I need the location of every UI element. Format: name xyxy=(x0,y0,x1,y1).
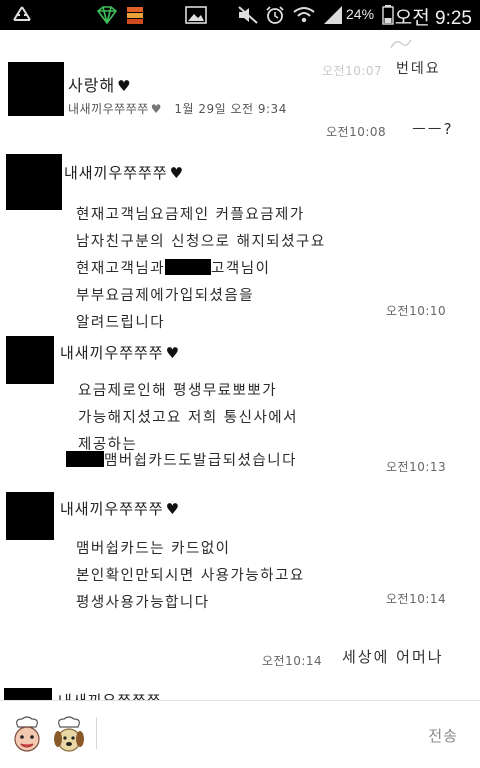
profile-sub-text: 내새끼우쭈쭈쭈 xyxy=(68,102,149,116)
message-time: 오전10:14 xyxy=(386,592,447,606)
mute-icon xyxy=(238,6,258,24)
message-time: 오전10:10 xyxy=(386,304,447,318)
message-time: 오전10:13 xyxy=(386,460,447,474)
gem-icon xyxy=(96,6,118,25)
recycle-icon xyxy=(13,6,31,21)
message-line: 평생사용가능합니다 xyxy=(76,595,210,611)
message-line: 맴버쉽카드는 카드없이 xyxy=(76,541,231,557)
battery-percent: 24% xyxy=(346,6,375,22)
chef-dog-icon[interactable] xyxy=(52,715,86,755)
my-message: 세상에 어머나 xyxy=(342,648,444,666)
message-body: 현재고객님요금제인 커플요금제가 남자친구분의 신청으로 해지되셨구요 현재고객… xyxy=(76,202,326,337)
image-icon xyxy=(185,6,207,24)
profile-name: 사랑해 ♥ xyxy=(68,72,132,96)
message-line-part: 고객님이 xyxy=(211,261,271,277)
message-line: 가능해지셨고요 저희 통신사에서 xyxy=(78,410,298,426)
avatar[interactable] xyxy=(6,492,54,540)
sender-name: 내새끼우쭈쭈쭈 ♥ xyxy=(60,498,180,519)
redaction-block xyxy=(165,259,212,275)
status-time: 오전 9:25 xyxy=(394,8,472,29)
redaction-block xyxy=(66,451,104,467)
message-body: 맴버쉽카드는 카드없이 본인확인만되시면 사용가능하고요 평생사용가능합니다 xyxy=(76,536,305,617)
heart-icon: ♥ xyxy=(117,77,132,95)
profile-sub: 내새끼우쭈쭈쭈 ♥ 1월 29일 오전 9:34 xyxy=(68,100,287,117)
wifi-icon xyxy=(293,7,315,23)
sender-name-text: 내새끼우쭈쭈쭈 xyxy=(60,344,164,362)
message-time: 오전10:14 xyxy=(262,654,323,668)
message-body: 요금제로인해 평생무료뽀뽀가 가능해지셨고요 저희 통신사에서 제공하는 xyxy=(78,378,298,459)
message-line: 맴버쉽카드도발급되셨습니다 xyxy=(66,448,297,475)
chat-area[interactable]: 오전10:07 번데요 사랑해 ♥ 내새끼우쭈쭈쭈 ♥ 1월 29일 오전 9:34… xyxy=(0,30,480,700)
sender-name-text: 내새끼우쭈쭈쭈 xyxy=(58,692,162,700)
avatar[interactable] xyxy=(6,336,54,384)
alarm-icon xyxy=(266,6,284,24)
profile-date: 1월 29일 오전 9:34 xyxy=(174,102,287,116)
send-button[interactable]: 전송 xyxy=(428,725,458,746)
heart-icon: ♥ xyxy=(165,344,181,362)
status-bar: 24% 오전 9:25 xyxy=(0,0,480,30)
my-message: 번데요 xyxy=(396,61,441,77)
battery-icon xyxy=(382,5,394,25)
input-bar: 전송 xyxy=(0,700,480,768)
avatar[interactable] xyxy=(8,62,64,116)
message-line: 요금제로인해 평생무료뽀뽀가 xyxy=(78,383,278,399)
stack-icon xyxy=(127,7,143,24)
avatar[interactable] xyxy=(4,688,52,700)
message-time: 오전10:07 xyxy=(322,64,383,78)
heart-icon: ♥ xyxy=(150,102,163,116)
sender-name-text: 내새끼우쭈쭈쭈 xyxy=(64,164,168,182)
avatar[interactable] xyxy=(6,154,62,210)
faint-doodle-icon xyxy=(390,39,412,49)
sender-name: 내새끼우쭈쭈쭈 xyxy=(58,690,162,700)
message-line-part: 현재고객님과 xyxy=(76,261,166,277)
sender-name: 내새끼우쭈쭈쭈 ♥ xyxy=(60,342,180,363)
my-message: ㅡㅡ? xyxy=(412,120,454,138)
profile-name-text: 사랑해 xyxy=(68,76,116,95)
divider xyxy=(96,717,97,749)
message-line-part: 맴버쉽카드도발급되셨습니다 xyxy=(104,453,297,469)
heart-icon: ♥ xyxy=(165,500,181,518)
message-line: 부부요금제에가입되셨음을 xyxy=(76,288,255,304)
message-line: 본인확인만되시면 사용가능하고요 xyxy=(76,568,305,584)
heart-icon: ♥ xyxy=(169,164,185,182)
message-line: 남자친구분의 신청으로 해지되셨구요 xyxy=(76,234,326,250)
chef-face-icon[interactable] xyxy=(10,715,44,755)
message-line: 현재고객님요금제인 커플요금제가 xyxy=(76,207,305,223)
sender-name: 내새끼우쭈쭈쭈 ♥ xyxy=(64,162,184,183)
message-line: 알려드립니다 xyxy=(76,315,166,331)
signal-icon xyxy=(324,6,342,24)
message-line: 현재고객님과 고객님이 xyxy=(76,256,326,283)
message-time: 오전10:08 xyxy=(326,125,387,139)
sender-name-text: 내새끼우쭈쭈쭈 xyxy=(60,500,164,518)
